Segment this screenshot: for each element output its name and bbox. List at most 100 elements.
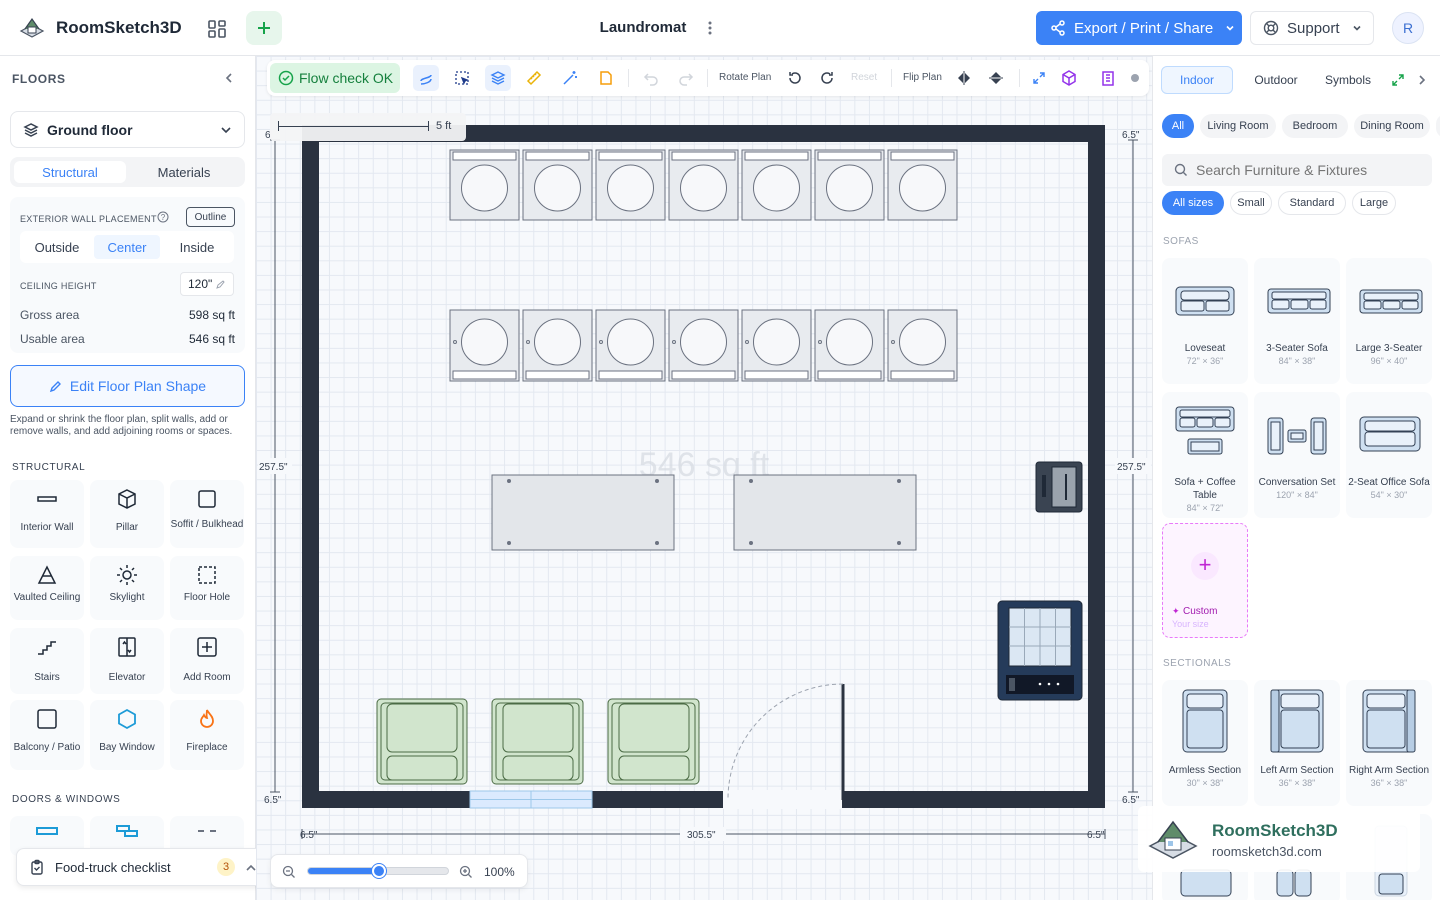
- washer[interactable]: [595, 309, 666, 382]
- 3d-view-icon[interactable]: [1061, 70, 1077, 86]
- expand-icon[interactable]: [1391, 73, 1405, 87]
- flip-horizontal-icon[interactable]: [956, 70, 972, 86]
- furniture-card[interactable]: Armless Section 30" × 38": [1162, 680, 1248, 806]
- washer[interactable]: [887, 149, 958, 221]
- zoom-out-icon[interactable]: [282, 865, 296, 879]
- tile-add-room[interactable]: Add Room: [170, 628, 244, 694]
- tile-pillar[interactable]: Pillar: [90, 480, 164, 548]
- zoom-in-icon[interactable]: [459, 865, 473, 879]
- building-icon[interactable]: [1100, 70, 1116, 86]
- furniture-card[interactable]: Conversation Set 120" × 84": [1254, 392, 1340, 518]
- search-input[interactable]: [1196, 162, 1416, 178]
- room-chip-bedroom[interactable]: Bedroom: [1282, 114, 1348, 138]
- redo-icon[interactable]: [678, 70, 694, 86]
- washer[interactable]: [595, 149, 666, 221]
- folding-table[interactable]: [733, 474, 917, 551]
- lounge-chair[interactable]: [607, 698, 700, 785]
- tile-floor-hole[interactable]: Floor Hole: [170, 556, 244, 620]
- washer[interactable]: [887, 309, 958, 382]
- tile-vaulted-ceiling[interactable]: Vaulted Ceiling: [10, 556, 84, 620]
- room-chip-all[interactable]: All: [1162, 114, 1194, 138]
- washer[interactable]: [814, 309, 885, 382]
- placement-inside[interactable]: Inside: [164, 235, 230, 259]
- washer[interactable]: [741, 309, 812, 382]
- tab-materials[interactable]: Materials: [128, 161, 240, 183]
- ceiling-input[interactable]: 120": [180, 272, 234, 296]
- export-button[interactable]: Export / Print / Share: [1036, 11, 1242, 45]
- furniture-card[interactable]: Large 3-Seater 96" × 40": [1346, 258, 1432, 384]
- furniture-card[interactable]: 2-Seat Office Sofa 54" × 30": [1346, 392, 1432, 518]
- custom-size-card[interactable]: + Custom ✦ Your size: [1162, 523, 1248, 638]
- tab-structural[interactable]: Structural: [14, 161, 126, 183]
- room-chip-living[interactable]: Living Room: [1200, 114, 1276, 138]
- furniture-card[interactable]: Left Arm Section 36" × 38": [1254, 680, 1340, 806]
- more-vertical-icon[interactable]: [702, 18, 718, 38]
- tile-soffit[interactable]: Soffit / Bulkhead: [170, 480, 244, 548]
- user-avatar[interactable]: R: [1392, 12, 1424, 44]
- chevron-right-icon[interactable]: [1416, 74, 1428, 86]
- ruler-icon[interactable]: [526, 70, 542, 86]
- search-field[interactable]: [1162, 154, 1432, 186]
- washer[interactable]: [522, 309, 593, 382]
- zoom-slider-thumb[interactable]: [372, 864, 386, 878]
- furniture-card[interactable]: Sofa + Coffee Table 84" × 72": [1162, 392, 1248, 518]
- room-chip-dining[interactable]: Dining Room: [1354, 114, 1430, 138]
- washer[interactable]: [668, 309, 739, 382]
- checklist-button[interactable]: Food-truck checklist 3: [16, 848, 268, 886]
- note-icon[interactable]: [598, 70, 614, 86]
- outline-toggle[interactable]: Outline: [186, 207, 235, 227]
- folding-table[interactable]: [491, 474, 675, 551]
- lounge-chair[interactable]: [491, 698, 584, 785]
- placement-outside[interactable]: Outside: [24, 235, 90, 259]
- furniture-card[interactable]: Right Arm Section 36" × 38": [1346, 680, 1432, 806]
- layers-button[interactable]: [485, 65, 511, 91]
- select-icon[interactable]: [454, 70, 470, 86]
- rotate-left-icon[interactable]: [787, 70, 803, 86]
- undo-icon[interactable]: [643, 70, 659, 86]
- furniture-card[interactable]: Loveseat 72" × 36": [1162, 258, 1248, 384]
- tile-skylight[interactable]: Skylight: [90, 556, 164, 620]
- tile-fireplace[interactable]: Fireplace: [170, 700, 244, 770]
- tab-outdoor[interactable]: Outdoor: [1239, 66, 1313, 94]
- washer[interactable]: [449, 149, 520, 221]
- edit-floor-shape-button[interactable]: Edit Floor Plan Shape: [10, 365, 245, 407]
- dashboard-icon[interactable]: [204, 16, 230, 42]
- washer-row-top[interactable]: [449, 149, 958, 221]
- support-button[interactable]: Support: [1250, 11, 1374, 45]
- flow-tool-button[interactable]: [413, 65, 439, 91]
- magic-wand-icon[interactable]: [562, 70, 578, 86]
- lounge-chair[interactable]: [376, 698, 468, 785]
- washer[interactable]: [449, 309, 520, 382]
- tile-elevator[interactable]: Elevator: [90, 628, 164, 694]
- help-icon[interactable]: ?: [157, 211, 169, 223]
- washer[interactable]: [522, 149, 593, 221]
- tab-symbols[interactable]: Symbols: [1311, 66, 1385, 94]
- floor-plan[interactable]: 546 sq ft 257.5" 257.5" 6 6.5" 6.5" 6.5"…: [256, 56, 1152, 900]
- flow-check-badge[interactable]: Flow check OK: [270, 63, 400, 93]
- size-chip-large[interactable]: Large: [1352, 191, 1396, 215]
- zoom-slider[interactable]: [307, 864, 449, 878]
- collapse-panel-icon[interactable]: [223, 72, 235, 84]
- placement-center[interactable]: Center: [94, 235, 160, 259]
- expand-icon[interactable]: [1032, 71, 1046, 85]
- floor-select[interactable]: Ground floor: [10, 111, 245, 148]
- floor-plan-canvas[interactable]: 546 sq ft 257.5" 257.5" 6 6.5" 6.5" 6.5"…: [256, 56, 1152, 900]
- tile-stairs[interactable]: Stairs: [10, 628, 84, 694]
- washer[interactable]: [668, 149, 739, 221]
- tab-indoor[interactable]: Indoor: [1161, 66, 1233, 94]
- wall-appliance[interactable]: [1035, 461, 1083, 513]
- washer[interactable]: [741, 149, 812, 221]
- tile-interior-wall[interactable]: Interior Wall: [10, 480, 84, 548]
- rotate-right-icon[interactable]: [819, 70, 835, 86]
- tile-balcony[interactable]: Balcony / Patio: [10, 700, 84, 770]
- size-chip-small[interactable]: Small: [1230, 191, 1272, 215]
- washer-row-middle[interactable]: [449, 309, 958, 382]
- furniture-card[interactable]: 3-Seater Sofa 84" × 38": [1254, 258, 1340, 384]
- tile-bay-window[interactable]: Bay Window: [90, 700, 164, 770]
- size-chip-standard[interactable]: Standard: [1278, 191, 1346, 215]
- size-chip-all[interactable]: All sizes: [1162, 191, 1224, 215]
- reset-button[interactable]: Reset: [851, 72, 877, 83]
- door-opening[interactable]: [723, 790, 842, 809]
- flip-vertical-icon[interactable]: [988, 70, 1004, 86]
- vending-machine[interactable]: [997, 600, 1083, 701]
